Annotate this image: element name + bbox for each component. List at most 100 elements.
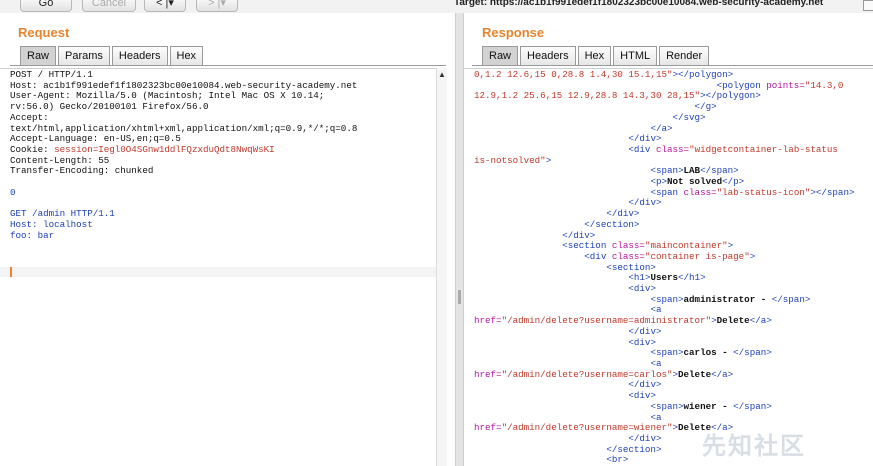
tab-raw[interactable]: Raw — [482, 46, 519, 65]
code-token: </g> — [694, 101, 717, 113]
code-token: href= — [474, 422, 502, 434]
tab-render[interactable]: Render — [659, 46, 710, 65]
request-line: 0 — [10, 187, 357, 199]
code-token: </span> — [771, 293, 811, 305]
code-token: class= — [611, 240, 645, 252]
tab-underline — [472, 65, 873, 66]
code-token: <div> — [628, 390, 656, 402]
code-token: <p> — [650, 176, 667, 188]
scroll-up-icon[interactable]: ▲ — [438, 70, 446, 79]
target-label: Target: https://ac1b1f991edef1f1802323bc… — [454, 0, 824, 8]
request-line-text: Host: ac1b1f991edef1f1802323bc00e10084.w… — [10, 79, 358, 91]
tab-raw[interactable]: Raw — [20, 46, 57, 65]
code-token: "14.3,0 — [804, 79, 844, 91]
request-line-value: session=Iegl0O4SGnw1ddlFQzxduQdt8NwqWsKI — [54, 143, 275, 155]
request-line-value: Host: localhost — [10, 218, 93, 230]
code-token: </a> — [650, 122, 673, 134]
request-editor[interactable]: POST / HTTP/1.1 Host: ac1b1f991edef1f1802… — [0, 68, 436, 466]
code-token: <span> — [650, 293, 684, 305]
code-token: <h1> — [628, 272, 651, 284]
tab-hex[interactable]: Hex — [577, 46, 612, 65]
response-tabs: Raw Headers Hex HTML Render — [482, 46, 711, 66]
code-token: carlos - — [683, 347, 734, 359]
request-line-value: GET /admin HTTP/1.1 — [10, 208, 115, 220]
code-token: "maincontainer" — [644, 240, 728, 252]
code-token: > — [545, 154, 552, 166]
request-line: rv:56.0) Gecko/20100101 Firefox/56.0 — [10, 101, 357, 113]
request-line: Host: localhost — [10, 218, 357, 231]
request-pane: Request Raw Params Headers Hex POST / HT… — [0, 13, 455, 466]
code-token: </div> — [628, 197, 662, 209]
tab-headers[interactable]: Headers — [520, 46, 576, 65]
code-token: <div — [628, 143, 656, 155]
watermark-text: 先知社区 — [702, 433, 806, 460]
code-token: <a — [650, 304, 662, 316]
request-line-value: foo: bar — [10, 229, 55, 241]
back-button[interactable]: < |▾ — [144, 0, 186, 12]
code-token: <section> — [606, 261, 656, 273]
cancel-button[interactable]: Cancel — [82, 0, 136, 12]
code-token: administrator - — [683, 293, 772, 305]
code-token: class= — [683, 186, 717, 198]
code-token: Delete — [716, 315, 750, 327]
code-token: class= — [611, 250, 645, 262]
request-line-text: Accept: — [10, 111, 49, 123]
request-line-text: text/html,application/xhtml+xml,applicat… — [10, 122, 358, 134]
text-caret — [10, 267, 12, 277]
code-token: <span — [650, 186, 684, 198]
code-token: </h1> — [678, 272, 706, 284]
forward-button[interactable]: > |▾ — [196, 0, 238, 12]
code-token: </span> — [700, 165, 739, 177]
go-button[interactable]: Go — [20, 0, 72, 12]
code-token: </p> — [722, 176, 745, 188]
request-scrollbar[interactable]: ▲ — [436, 68, 447, 466]
tab-hex[interactable]: Hex — [169, 46, 204, 65]
code-token: > — [749, 250, 756, 262]
pane-divider[interactable] — [455, 13, 464, 466]
request-line-text: Content-Length: 55 — [10, 154, 110, 166]
tab-params[interactable]: Params — [58, 46, 110, 65]
code-token: <div> — [628, 283, 656, 295]
code-token: <section — [562, 240, 612, 252]
response-title: Response — [482, 25, 545, 40]
edit-icon[interactable] — [863, 0, 873, 11]
request-line-text: POST / HTTP/1.1 — [10, 69, 93, 80]
code-token: href= — [474, 315, 502, 327]
tab-html[interactable]: HTML — [613, 46, 658, 65]
code-token: "/admin/delete?username=wiener" — [501, 422, 673, 434]
code-token: <polygon — [716, 79, 767, 91]
code-token: </div> — [606, 208, 640, 220]
code-token: Not solved — [666, 176, 723, 188]
tab-headers[interactable]: Headers — [111, 46, 168, 65]
code-token: 12.9,1.2 25.6,15 12.9,28.8 14.3,30 28,15… — [474, 90, 701, 102]
code-token: </a> — [711, 368, 734, 380]
code-token: <span> — [650, 347, 684, 359]
current-line-highlight — [0, 267, 436, 277]
code-token: <br> — [606, 454, 629, 466]
request-line-text: User-Agent: Mozilla/5.0 (Macintosh; Inte… — [10, 90, 325, 102]
code-token: ></span> — [810, 186, 855, 198]
code-token: "/admin/delete?username=administrator" — [501, 315, 712, 327]
divider-grip[interactable] — [458, 290, 461, 304]
code-token: is-notsolved" — [474, 154, 546, 166]
request-line-text: Transfer-Encoding: chunked — [10, 165, 154, 177]
response-editor[interactable]: 0,1.2 12.6,15 0,28.8 1.4,30 15.1,15"></p… — [464, 68, 873, 466]
